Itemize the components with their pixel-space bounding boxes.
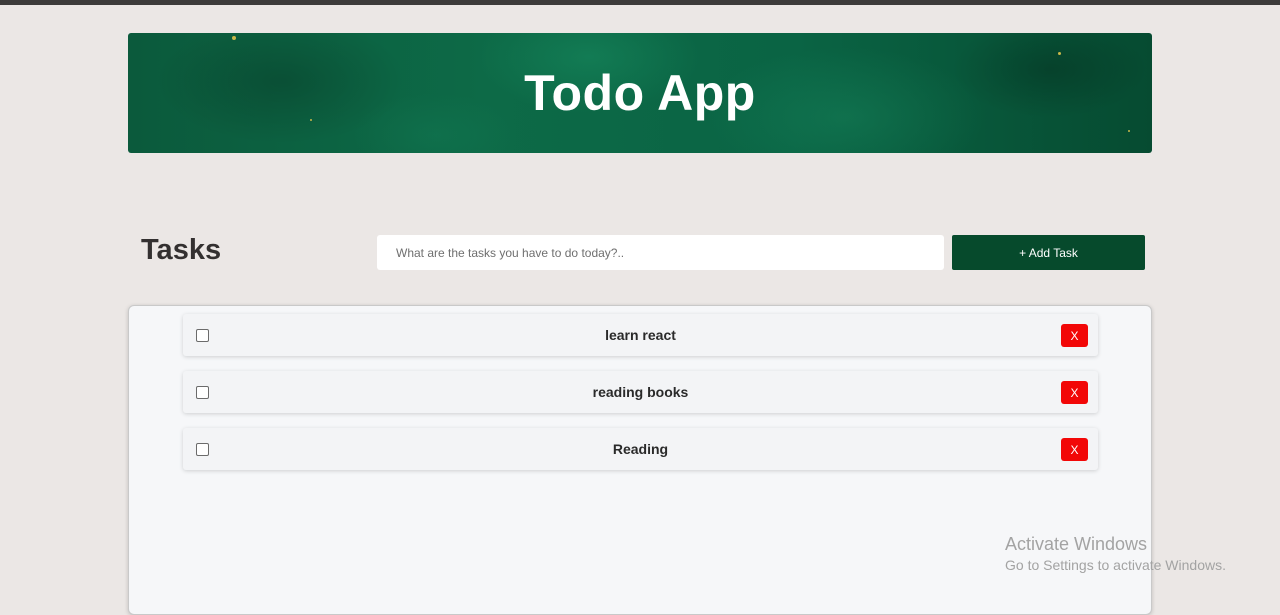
app-title: Todo App: [524, 65, 756, 121]
delete-task-button[interactable]: X: [1061, 324, 1088, 347]
task-text: reading books: [592, 384, 689, 400]
tasks-heading: Tasks: [141, 234, 222, 266]
task-item: learn react X: [183, 314, 1098, 356]
delete-task-button[interactable]: X: [1061, 381, 1088, 404]
delete-task-button[interactable]: X: [1061, 438, 1088, 461]
task-input[interactable]: [377, 235, 944, 270]
top-strip: [0, 0, 1280, 5]
watermark-title: Activate Windows: [1005, 534, 1148, 554]
header-banner: Todo App: [128, 33, 1152, 153]
watermark-subtitle: Go to Settings to activate Windows.: [1005, 557, 1226, 573]
task-checkbox[interactable]: [196, 386, 209, 399]
task-item: reading books X: [183, 371, 1098, 413]
task-text: Reading: [612, 441, 669, 457]
add-task-button[interactable]: + Add Task: [952, 235, 1145, 270]
task-text: learn react: [605, 327, 676, 343]
task-item: Reading X: [183, 428, 1098, 470]
task-checkbox[interactable]: [196, 443, 209, 456]
task-checkbox[interactable]: [196, 329, 209, 342]
windows-activation-watermark: Activate Windows Go to Settings to activ…: [1005, 534, 1226, 574]
task-list: learn react X reading books X Reading X: [128, 305, 1152, 615]
